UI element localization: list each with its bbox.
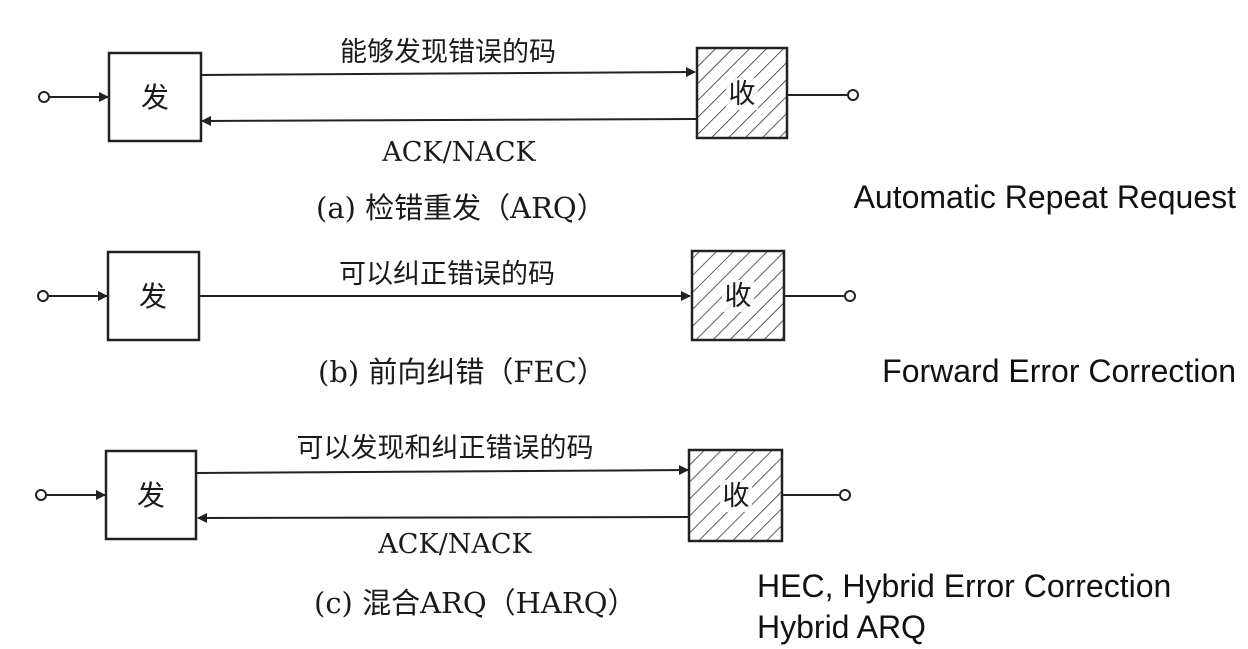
input-terminal [37, 290, 49, 302]
english-note: Automatic Repeat Request [854, 179, 1237, 215]
output-terminal [839, 489, 851, 501]
feedback-arrow [201, 115, 697, 126]
receiver-label: 收 [725, 281, 752, 312]
error-control-diagram: 发 能够发现错误的码 ACK/NACK 收 (a) 检错重发（ARQ） Auto… [35, 37, 1237, 645]
caption: (a) 检错重发（ARQ） [316, 191, 606, 225]
feedback-label: ACK/NACK [377, 529, 532, 560]
diagram-harq: 发 可以发现和纠正错误的码 ACK/NACK 收 (c) 混合ARQ（HARQ）… [35, 433, 1171, 645]
forward-label: 能够发现错误的码 [340, 37, 556, 68]
feedback-label: ACK/NACK [381, 137, 536, 168]
english-note-2: Hybrid ARQ [757, 609, 926, 645]
receiver-label: 收 [723, 481, 750, 512]
diagram-arq: 发 能够发现错误的码 ACK/NACK 收 (a) 检错重发（ARQ） Auto… [38, 37, 1237, 225]
input-terminal [38, 91, 50, 103]
sender-label: 发 [141, 81, 169, 114]
forward-label: 可以纠正错误的码 [339, 259, 555, 290]
sender-label: 发 [139, 280, 167, 313]
forward-arrow [195, 465, 689, 476]
receiver-label: 收 [729, 79, 756, 110]
forward-label: 可以发现和纠正错误的码 [297, 433, 594, 464]
input-terminal [35, 489, 47, 501]
sender-label: 发 [137, 479, 165, 512]
feedback-arrow [197, 512, 691, 523]
caption: (c) 混合ARQ（HARQ） [314, 586, 636, 620]
english-note: HEC, Hybrid Error Correction [757, 568, 1171, 604]
output-terminal [844, 290, 856, 302]
output-terminal [847, 89, 859, 101]
forward-arrow [200, 67, 696, 78]
caption: (b) 前向纠错（FEC） [318, 355, 606, 389]
english-note: Forward Error Correction [882, 353, 1236, 389]
diagram-fec: 发 可以纠正错误的码 收 (b) 前向纠错（FEC） Forward Error… [37, 249, 1236, 389]
